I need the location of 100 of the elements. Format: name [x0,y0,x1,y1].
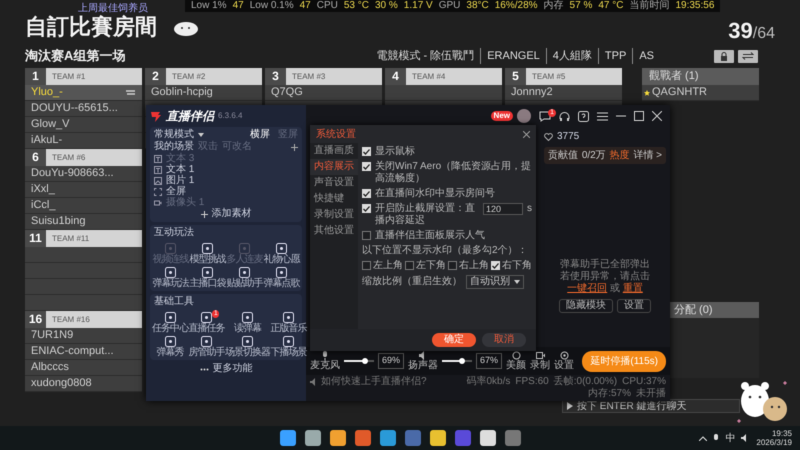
new-badge: New [490,111,513,121]
stat-value: 47 [300,0,311,12]
tool-button[interactable]: 弹幕玩法 [152,267,189,289]
player-name: iXxl_ [31,182,55,198]
player-name: xudong0808 [31,376,92,392]
scene-item[interactable]: 全屏 [154,186,298,197]
tool-button[interactable]: 任务中心 [152,312,188,334]
mode-tag: 電競模式 - 除伍戰鬥 [376,48,474,64]
tool-button[interactable]: 贴贴助手 [226,267,263,289]
notice-link[interactable]: 重置 [622,283,643,294]
orientation-tab[interactable]: 横屏 [250,129,270,141]
tool-button[interactable]: 读弹幕 [224,312,270,334]
clock-time[interactable]: 19:35 [756,429,792,438]
player-row[interactable]: 7UR1N9 [25,328,142,344]
add-source-button[interactable]: 添加素材 [200,208,252,220]
settings-tab[interactable]: 其他设置 [310,223,358,239]
settings-tab[interactable]: 内容展示 [310,159,358,175]
player-row[interactable]: iAkuL- [25,133,142,149]
settings-tab[interactable]: 录制设置 [310,207,358,223]
player-name: Q7QG [271,85,303,100]
scene-name: 文本 1 [166,162,194,175]
cancel-button[interactable]: 取消 [482,333,526,347]
tool-button[interactable]: 弹幕秀 [152,336,188,358]
mode-tag: AS [632,48,654,64]
player-row[interactable]: Suisu1bing [25,214,142,230]
player-row[interactable]: ENIAC-comput... [25,344,142,360]
match-name: 淘汰赛A组第一场 [25,47,126,66]
notice-link[interactable]: 一键召回 [567,283,608,294]
more-features-button[interactable]: 更多功能 [200,363,252,375]
player-row[interactable]: xudong0808 [25,376,142,392]
team-number: 6 [25,149,46,166]
tool-button[interactable]: 下播场景 [270,336,307,358]
settings-tab[interactable]: 快捷键 [310,191,358,207]
settings-tab[interactable]: 直播画质 [310,143,358,159]
toolbar-button[interactable]: 美颜 [506,351,526,371]
team-number: 1 [25,68,46,85]
help-link[interactable]: 如何快速上手直播伴侣? [321,376,427,388]
volume-reading: 69% [378,353,404,369]
section-title: 互动玩法 [154,227,195,239]
tool-button[interactable]: 主播口袋 [189,267,226,289]
chat-input[interactable]: 按下 ENTER 鍵進行聊天 [562,399,740,413]
stat-label: 内存 [544,0,564,12]
scenes-hint: 可改名 [222,141,252,153]
team-name: TEAM #11 [46,230,142,247]
scale-dropdown[interactable]: 自动识别 [466,275,524,289]
tool-button[interactable]: 正版音乐 [270,312,307,334]
player-row[interactable]: Glow_V [25,117,142,133]
app-version: 6.3.6.4 [218,110,242,122]
player-row[interactable]: Goblin-hcpig [145,85,262,101]
tool-button[interactable]: 礼物心愿 [263,243,300,265]
team-name: TEAM #3 [286,68,382,85]
toolbar-button[interactable]: 录制 [530,351,550,371]
notice-button[interactable]: 设置 [617,299,651,313]
scene-name: 文本 3 [166,152,194,164]
status-text: 码率0kb/s [466,376,510,388]
status-text: 内存:57% [588,388,631,400]
stat-value: 19:35:56 [675,0,714,12]
player-row[interactable]: DouYu-908663... [25,166,142,182]
position-label: 左下角 [416,260,446,272]
player-row[interactable]: Albcccs [25,360,142,376]
toolbar-button[interactable]: 设置 [554,351,574,371]
contribution-label: 贡献值 [548,148,578,163]
player-row[interactable]: Jonnny2 [505,85,622,101]
player-row[interactable]: Yluo_- [25,85,142,101]
notice-button[interactable]: 隐藏模块 [559,299,613,313]
stat-label: CPU [316,0,338,12]
tool-button[interactable]: 弹幕点歌 [263,267,300,289]
tool-button[interactable]: 场景切换器 [224,336,270,358]
input-method[interactable]: 中 [725,430,736,446]
team-number: 16 [25,311,46,328]
scene-name: 全屏 [166,185,186,197]
chat-hint: 按下 ENTER 鍵進行聊天 [577,400,686,414]
volume-reading: 67% [476,353,502,369]
number-field[interactable]: 120 [483,203,523,215]
team-name: TEAM #6 [46,149,142,166]
unit-label: s [527,203,532,215]
player-row[interactable]: iCcl_ [25,198,142,214]
player-row[interactable]: Q7QG [265,85,382,101]
stat-value: 57 % [570,0,592,12]
team-name: TEAM #4 [406,68,502,85]
player-row[interactable]: DOUYU--65615... [25,101,142,117]
status-text: 丢帧:0(0.00%) [554,376,618,388]
tool-button[interactable]: 房管助手 [188,336,225,358]
scene-item[interactable]: 图片 1 [154,175,298,186]
player-name: iAkuL- [31,133,62,148]
mode-dropdown[interactable]: 常规模式 [154,129,194,141]
team-name: TEAM #1 [46,68,142,85]
player-row[interactable]: iXxl_ [25,182,142,198]
stat-value: 16%/28% [494,0,538,12]
tool-button[interactable]: 模型挑战 [189,243,226,265]
settings-tab[interactable]: 声音设置 [310,175,358,191]
scene-item[interactable]: 文本 1 [154,164,298,175]
stat-value: 1.17 V [404,0,433,12]
stat-value: 47 °C [598,0,624,12]
room-title: 自訂比賽房間 [25,14,157,40]
stat-label: Low 1% [191,0,227,12]
player-name: Yluo_- [31,85,63,100]
details-link[interactable]: 详情 > [633,148,662,163]
dialog-title: 系统设置 [316,128,356,142]
clock-date[interactable]: 2026/3/19 [756,438,792,447]
